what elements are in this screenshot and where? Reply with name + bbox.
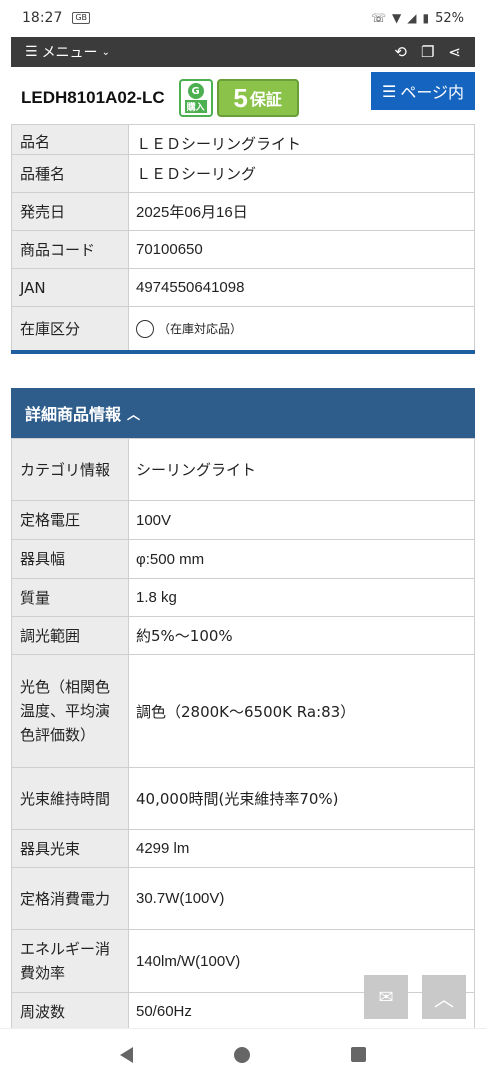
table-row: 定格消費電力 30.7W(100V) xyxy=(11,867,475,930)
recent-apps-icon[interactable] xyxy=(350,1047,366,1062)
chevron-up-icon: ︿ xyxy=(434,986,454,1011)
menu-actions: ⟲ ❐ ⋖ xyxy=(394,43,461,61)
product-code: LEDH8101A02-LC xyxy=(21,88,165,107)
row-label: カテゴリ情報 xyxy=(11,438,129,501)
stock-available-icon xyxy=(136,319,154,338)
row-value: 100V xyxy=(128,500,475,540)
page-nav-button[interactable]: ☰ ページ内 xyxy=(371,72,475,110)
row-value: φ:500 mm xyxy=(128,539,475,579)
row-value: 2025年06月16日 xyxy=(128,192,475,231)
table-row: 発売日 2025年06月16日 xyxy=(11,192,475,231)
table-row: 光色（相関色温度、平均演色評価数） 調色（2800K～6500K Ra:83） xyxy=(11,654,475,768)
mail-icon: ✉ xyxy=(378,986,394,1008)
detail-info-table: カテゴリ情報 シーリングライト 定格電圧 100V 器具幅 φ:500 mm 質… xyxy=(11,438,475,1031)
table-row: 商品コード 70100650 xyxy=(11,230,475,269)
warranty-label: 保証 xyxy=(249,90,282,109)
hamburger-icon: ☰ xyxy=(25,44,38,60)
stock-note: （在庫対応品） xyxy=(158,322,243,337)
table-divider xyxy=(11,350,475,354)
row-label: 商品コード xyxy=(11,230,129,269)
row-value: 約5%～100% xyxy=(128,616,475,655)
menu-button[interactable]: ☰ メニュー ⌄ xyxy=(25,42,110,62)
table-row: カテゴリ情報 シーリングライト xyxy=(11,438,475,501)
gb-icon: GB xyxy=(72,12,91,24)
row-label: 器具光束 xyxy=(11,829,129,868)
row-label: 周波数 xyxy=(11,992,129,1031)
copy-icon[interactable]: ❐ xyxy=(421,43,434,61)
scroll-top-button[interactable]: ︿ xyxy=(422,975,466,1019)
table-row: 器具幅 φ:500 mm xyxy=(11,539,475,579)
warranty-number: 5 xyxy=(233,82,248,113)
row-label: 定格電圧 xyxy=(11,500,129,540)
table-row: 光束維持時間 40,000時間(光束維持率70%) xyxy=(11,767,475,830)
row-label: 器具幅 xyxy=(11,539,129,579)
row-value: 70100650 xyxy=(128,230,475,269)
row-value: 調色（2800K～6500K Ra:83） xyxy=(128,654,475,768)
row-label: 定格消費電力 xyxy=(11,867,129,930)
chevron-down-icon: ⌄ xyxy=(101,46,110,58)
history-icon[interactable]: ⟲ xyxy=(394,43,407,61)
g-purchase-badge: G 購入 xyxy=(178,79,213,117)
battery-percent: 52% xyxy=(435,10,464,26)
wifi-icon: ▼ xyxy=(392,11,402,25)
g-badge-label: 購入 xyxy=(184,100,207,113)
row-value: 40,000時間(光束維持率70%) xyxy=(128,767,475,830)
mail-button[interactable]: ✉ xyxy=(364,975,408,1019)
row-label: 光色（相関色温度、平均演色評価数） xyxy=(11,654,129,768)
menu-label: メニュー xyxy=(41,45,98,61)
battery-icon: ▮ xyxy=(422,11,430,25)
page-nav-label: ページ内 xyxy=(400,83,465,102)
table-row: 品種名 ＬＥＤシーリング xyxy=(11,154,475,193)
basic-info-table: 品名 ＬＥＤシーリングライト 品種名 ＬＥＤシーリング 発売日 2025年06月… xyxy=(11,124,475,351)
row-value: 4974550641098 xyxy=(128,268,475,307)
table-row: 品名 ＬＥＤシーリングライト xyxy=(11,124,475,155)
chevron-up-icon: ︿ xyxy=(127,407,141,423)
status-bar: 18:27 GB ☏ ▼ ◢ ▮ 52% xyxy=(0,0,486,36)
warranty-badge: 5 保証 xyxy=(216,79,299,117)
g-badge-letter: G xyxy=(187,83,204,99)
table-row: 質量 1.8 kg xyxy=(11,578,475,617)
back-icon[interactable] xyxy=(120,1046,134,1063)
product-header: LEDH8101A02-LC G 購入 5 保証 ☰ ページ内 xyxy=(11,70,475,126)
row-label: 発売日 xyxy=(11,192,129,231)
row-label: 調光範囲 xyxy=(11,616,129,655)
row-label: 品種名 xyxy=(11,154,129,193)
row-value: ＬＥＤシーリングライト xyxy=(128,124,475,155)
row-label: JAN xyxy=(11,268,129,307)
table-row: 器具光束 4299 lm xyxy=(11,829,475,868)
row-value: ＬＥＤシーリング xyxy=(128,154,475,193)
share-icon[interactable]: ⋖ xyxy=(448,43,461,61)
row-label: エネルギー消費効率 xyxy=(11,929,129,993)
row-label: 光束維持時間 xyxy=(11,767,129,830)
status-time: 18:27 xyxy=(22,10,63,26)
system-nav-bar xyxy=(0,1028,486,1080)
menu-bar: ☰ メニュー ⌄ ⟲ ❐ ⋖ xyxy=(11,37,475,67)
list-icon: ☰ xyxy=(381,81,397,101)
row-value: シーリングライト xyxy=(128,438,475,501)
table-row: JAN 4974550641098 xyxy=(11,268,475,307)
row-value: 30.7W(100V) xyxy=(128,867,475,930)
stock-cell: （在庫対応品） xyxy=(128,306,475,351)
call-icon: ☏ xyxy=(371,11,387,25)
detail-section-header[interactable]: 詳細商品情報 ︿ xyxy=(11,388,475,438)
home-icon[interactable] xyxy=(233,1046,250,1063)
detail-section-title: 詳細商品情報 xyxy=(25,405,122,424)
status-right: ☏ ▼ ◢ ▮ 52% xyxy=(371,11,464,26)
table-row: 定格電圧 100V xyxy=(11,500,475,540)
row-label: 質量 xyxy=(11,578,129,617)
row-label: 品名 xyxy=(11,124,129,155)
row-value: 4299 lm xyxy=(128,829,475,868)
row-value: 1.8 kg xyxy=(128,578,475,617)
table-row: 調光範囲 約5%～100% xyxy=(11,616,475,655)
table-row: 在庫区分 （在庫対応品） xyxy=(11,306,475,351)
signal-icon: ◢ xyxy=(407,11,417,25)
row-label: 在庫区分 xyxy=(11,306,129,351)
